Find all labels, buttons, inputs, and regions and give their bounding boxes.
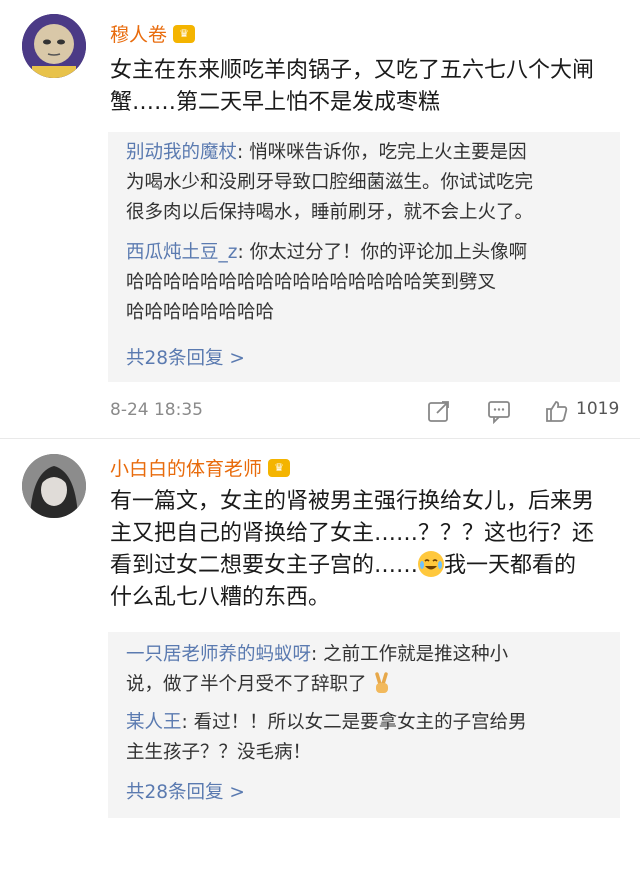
reply-text: : 看过！！所以女二是要拿女主的子宫给男	[181, 712, 527, 733]
reply-text: 说，做了半个月受不了辞职了	[126, 674, 367, 695]
reply-item: 西瓜炖土豆_z: 你太过分了！你的评论加上头像啊 哈哈哈哈哈哈哈哈哈哈哈哈哈哈哈…	[126, 238, 612, 328]
comment-card: 小白白的体育老师 ♛ 有一篇文，女主的肾被男主强行换给女儿，后来男 主又把自己的…	[0, 440, 640, 876]
reply-text: 主生孩子？？没毛病！	[126, 742, 312, 763]
avatar[interactable]	[22, 454, 86, 518]
like-icon[interactable]	[544, 398, 570, 424]
comment-icon[interactable]	[486, 398, 512, 424]
like-count: 1019	[576, 399, 620, 419]
reply-username[interactable]: 西瓜炖土豆_z	[126, 242, 237, 263]
reply-username[interactable]: 某人王	[126, 712, 182, 733]
avatar-image	[22, 14, 86, 78]
timestamp: 8-24 18:35	[110, 400, 203, 420]
avatar[interactable]	[22, 14, 86, 78]
reply-text: : 你太过分了！你的评论加上头像啊	[237, 242, 528, 263]
username-text: 小白白的体育老师	[110, 458, 263, 480]
laughing-crying-emoji	[418, 551, 445, 577]
reply-text: 哈哈哈哈哈哈哈哈哈哈哈哈哈哈哈哈笑到劈叉	[126, 272, 497, 293]
comment-text: 有一篇文，女主的肾被男主强行换给女儿，后来男 主又把自己的肾换给了女主……？？？…	[110, 486, 620, 614]
reply-text: : 之前工作就是推这种小	[311, 644, 509, 665]
username-text: 穆人卷	[110, 24, 168, 46]
comment-meta: 8-24 18:35 1019	[110, 392, 620, 432]
comment-username[interactable]: 穆人卷 ♛	[110, 20, 196, 47]
reply-username[interactable]: 一只居老师养的蚂蚁呀	[126, 644, 311, 665]
reply-text: 哈哈哈哈哈哈哈哈	[126, 302, 275, 323]
comment-line: 看到过女二想要女主子宫的……	[110, 553, 419, 578]
reply-username[interactable]: 别动我的魔杖	[126, 142, 237, 163]
avatar-image	[22, 454, 86, 518]
crown-badge-icon: ♛	[173, 24, 196, 43]
share-icon[interactable]	[426, 398, 452, 424]
reply-text: 很多肉以后保持喝水，睡前刷牙，就不会上火了。	[126, 202, 534, 223]
comment-line: 有一篇文，女主的肾被男主强行换给女儿，后来男	[110, 489, 595, 514]
crown-badge-icon: ♛	[268, 458, 291, 477]
victory-hand-emoji	[372, 672, 392, 704]
reply-text: 为喝水少和没刷牙导致口腔细菌滋生。你试试吃完	[126, 172, 534, 193]
comment-text: 女主在东来顺吃羊肉锅子，又吃了五六七八个大闸 蟹……第二天早上怕不是发成枣糕	[110, 55, 620, 119]
comment-line: 什么乱七八糟的东西。	[110, 585, 331, 610]
more-replies-link[interactable]: 共28条回复 >	[126, 778, 245, 804]
more-replies-link[interactable]: 共28条回复 >	[126, 344, 245, 370]
reply-item: 一只居老师养的蚂蚁呀: 之前工作就是推这种小 说，做了半个月受不了辞职了	[126, 640, 612, 704]
reply-item: 别动我的魔杖: 悄咪咪告诉你，吃完上火主要是因 为喝水少和没刷牙导致口腔细菌滋生…	[126, 138, 612, 228]
reply-box: 别动我的魔杖: 悄咪咪告诉你，吃完上火主要是因 为喝水少和没刷牙导致口腔细菌滋生…	[108, 132, 620, 382]
reply-box: 一只居老师养的蚂蚁呀: 之前工作就是推这种小 说，做了半个月受不了辞职了 某人王…	[108, 632, 620, 818]
reply-item: 某人王: 看过！！所以女二是要拿女主的子宫给男 主生孩子？？没毛病！	[126, 708, 612, 768]
comment-line: 蟹……第二天早上怕不是发成枣糕	[110, 90, 441, 115]
reply-text: : 悄咪咪告诉你，吃完上火主要是因	[237, 142, 527, 163]
comment-username[interactable]: 小白白的体育老师 ♛	[110, 454, 291, 481]
divider	[0, 438, 640, 439]
comment-line: 我一天都看的	[444, 553, 577, 578]
comment-line: 女主在东来顺吃羊肉锅子，又吃了五六七八个大闸	[110, 58, 595, 83]
comment-card: 穆人卷 ♛ 女主在东来顺吃羊肉锅子，又吃了五六七八个大闸 蟹……第二天早上怕不是…	[0, 0, 640, 440]
comment-line: 主又把自己的肾换给了女主……？？？这也行？还	[110, 521, 595, 546]
